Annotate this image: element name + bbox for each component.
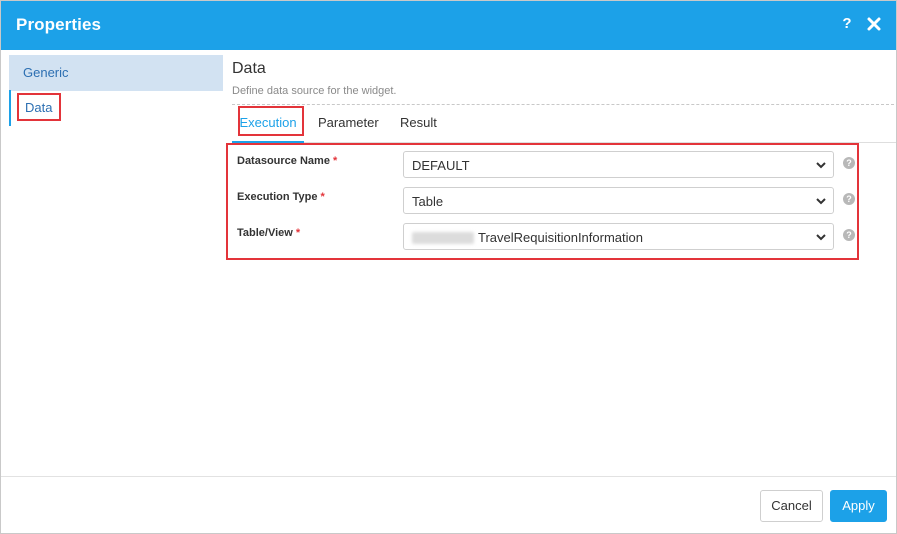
apply-button[interactable]: Apply xyxy=(830,490,887,522)
field-label: Table/View * xyxy=(237,227,301,239)
sidebar: Generic Data xyxy=(1,50,223,476)
select-value: Table xyxy=(412,194,444,209)
required-marker: * xyxy=(332,155,338,167)
chevron-down-icon xyxy=(816,234,826,241)
help-icon[interactable]: ? xyxy=(843,193,855,205)
table-view-row: Table/View * TravelRequisitionInformation… xyxy=(228,220,857,250)
tab-label: Result xyxy=(400,115,437,130)
chevron-down-icon xyxy=(816,198,826,205)
section-title: Data xyxy=(232,60,266,77)
required-marker: * xyxy=(295,227,301,239)
required-marker: * xyxy=(320,191,325,203)
close-button[interactable] xyxy=(864,14,884,34)
help-icon[interactable]: ? xyxy=(843,157,855,169)
tab-label: Parameter xyxy=(318,115,379,130)
redacted-text xyxy=(412,232,474,244)
sidebar-item-data[interactable]: Data xyxy=(9,90,223,126)
field-label: Datasource Name * xyxy=(237,155,338,167)
chevron-down-icon xyxy=(816,162,826,169)
close-icon xyxy=(867,17,881,31)
select-value: TravelRequisitionInformation xyxy=(478,230,643,245)
titlebar: Properties ? xyxy=(1,1,896,50)
execution-type-select[interactable]: Table xyxy=(403,187,834,214)
table-view-select[interactable]: TravelRequisitionInformation xyxy=(403,223,834,250)
sidebar-item-label: Generic xyxy=(23,65,69,80)
cancel-button[interactable]: Cancel xyxy=(760,490,823,522)
dialog-title: Properties xyxy=(16,15,102,34)
highlight-box xyxy=(238,106,304,136)
help-button[interactable]: ? xyxy=(839,14,855,34)
execution-form: Datasource Name * DEFAULT ? Execution Typ… xyxy=(226,143,859,260)
help-icon[interactable]: ? xyxy=(843,229,855,241)
execution-type-row: Execution Type * Table ? xyxy=(228,184,857,214)
tab-parameter[interactable]: Parameter xyxy=(318,105,379,142)
tab-result[interactable]: Result xyxy=(400,105,437,142)
sidebar-item-label: Data xyxy=(25,100,53,115)
tab-execution[interactable]: Execution xyxy=(232,105,304,143)
properties-dialog: Properties ? Generic Data Data Define da… xyxy=(0,0,897,534)
field-label: Execution Type * xyxy=(237,191,325,203)
select-value: DEFAULT xyxy=(412,158,470,173)
tab-bar: Execution Parameter Result xyxy=(232,105,896,143)
datasource-name-row: Datasource Name * DEFAULT ? xyxy=(228,148,857,178)
section-description: Define data source for the widget. xyxy=(232,85,397,97)
footer-divider xyxy=(1,476,896,477)
datasource-name-select[interactable]: DEFAULT xyxy=(403,151,834,178)
sidebar-item-generic[interactable]: Generic xyxy=(9,55,223,91)
